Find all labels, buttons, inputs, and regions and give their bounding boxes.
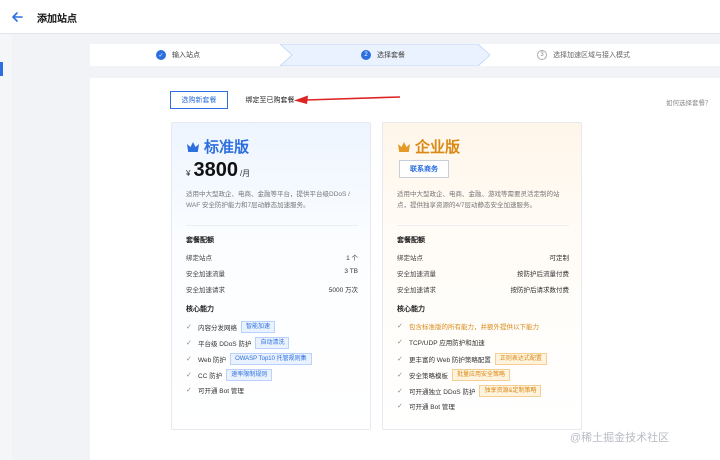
check-icon: ✓ — [186, 340, 192, 347]
capability-item: ✓ 安全策略模板 批量应用安全策略 — [397, 369, 511, 381]
capability-tag: 自动清洗 — [255, 337, 290, 349]
capabilities-title: 核心能力 — [397, 306, 425, 313]
step-check-icon: ✓ — [156, 50, 166, 60]
crown-icon — [398, 141, 410, 152]
contact-sales-button[interactable]: 联系商务 — [399, 160, 449, 178]
config-title: 套餐配额 — [186, 237, 214, 244]
config-key: 绑定站点 — [397, 255, 423, 262]
capability-text: 可开通 Bot 管理 — [409, 404, 455, 411]
capability-tag: 独享资源&定制策略 — [479, 385, 542, 397]
step-number: 3 — [537, 50, 547, 60]
capability-item: ✓ 可开通独立 DDoS 防护 独享资源&定制策略 — [397, 385, 542, 397]
step-progress: ✓ 输入站点 2 选择套餐 3 选择加速区域与接入模式 — [90, 44, 720, 66]
capability-item: ✓ 可开通 Bot 管理 — [186, 385, 244, 395]
divider — [397, 225, 569, 226]
plan-card-standard[interactable]: 标准版 ¥ 3800 /月 适用中大型政企、电商、金融等平台，提供平台级DDoS… — [171, 122, 371, 430]
tab-bind-existing-plan[interactable]: 绑定至已购套餐 — [240, 91, 300, 109]
step-label: 输入站点 — [172, 52, 200, 59]
step-select-region: 3 选择加速区域与接入模式 — [537, 44, 630, 66]
check-icon: ✓ — [397, 339, 403, 346]
config-row: 安全加速流量 3 TB — [186, 268, 358, 278]
step-label: 选择加速区域与接入模式 — [553, 52, 630, 59]
check-icon: ✓ — [397, 372, 403, 379]
config-value: 5000 万次 — [328, 287, 358, 294]
config-value: 按防护后流量付费 — [517, 271, 569, 278]
config-value: 按防护后请求数付费 — [510, 287, 570, 294]
capability-item: ✓ Web 防护 OWASP Top10 托管规则集 — [186, 353, 312, 365]
plan-card-enterprise[interactable]: 企业版 联系商务 适用中大型政企、电商、金融、游戏等需要灵活定制的站点，提供独享… — [382, 122, 582, 430]
capability-text: 更丰富的 Web 防护策略配置 — [409, 357, 491, 364]
check-icon: ✓ — [186, 324, 192, 331]
price-amount: 3800 — [193, 159, 238, 181]
left-rail — [0, 34, 12, 460]
check-icon: ✓ — [397, 403, 403, 410]
price-currency: ¥ — [186, 169, 191, 178]
tab-buy-new-plan[interactable]: 选购新套餐 — [170, 91, 228, 109]
config-row: 安全加速流量 按防护后流量付费 — [397, 268, 569, 278]
config-value: 3 TB — [344, 268, 358, 275]
watermark: @稀土掘金技术社区 — [570, 432, 670, 444]
capability-tag: 正则表达式配置 — [494, 353, 547, 365]
capability-item: ✓ TCP/UDP 应用防护和加速 — [397, 337, 485, 347]
config-title: 套餐配额 — [397, 237, 425, 244]
price-unit: /月 — [239, 169, 251, 178]
capability-item: ✓ 更丰富的 Web 防护策略配置 正则表达式配置 — [397, 353, 547, 365]
divider — [186, 225, 358, 226]
back-arrow-icon[interactable] — [10, 10, 24, 24]
capability-tag: 批量应用安全策略 — [452, 369, 511, 381]
check-icon: ✓ — [186, 356, 192, 363]
left-rail-indicator — [0, 62, 3, 76]
plan-description: 适用中大型政企、电商、金融、游戏等需要灵活定制的站点，提供独享资源的4/7层动静… — [397, 191, 560, 209]
help-link-choose-plan[interactable]: 如何选择套餐？ — [666, 97, 712, 107]
step-input-site: ✓ 输入站点 — [156, 44, 200, 66]
config-row: 安全加速请求 按防护后请求数付费 — [397, 284, 569, 294]
crown-icon — [187, 141, 199, 152]
capability-item: ✓ 内容分发网络 智能加速 — [186, 321, 276, 333]
plan-header: 标准版 — [186, 136, 249, 157]
capability-item: ✓ CC 防护 速率限制规则 — [186, 369, 273, 381]
capability-text: 安全策略模板 — [409, 373, 448, 380]
config-row: 绑定站点 可定制 — [397, 252, 569, 262]
config-key: 安全加速请求 — [186, 287, 225, 294]
check-icon: ✓ — [186, 387, 192, 394]
step-number: 2 — [361, 50, 371, 60]
capability-text: 内容分发网络 — [198, 325, 237, 332]
capability-item: ✓ 平台级 DDoS 防护 自动清洗 — [186, 337, 290, 349]
config-value: 可定制 — [549, 255, 570, 262]
step-select-plan: 2 选择套餐 — [361, 44, 405, 66]
plan-name: 企业版 — [415, 139, 461, 156]
check-icon: ✓ — [397, 356, 403, 363]
config-row: 安全加速请求 5000 万次 — [186, 284, 358, 294]
config-value: 1 个 — [346, 255, 358, 262]
config-key: 安全加速请求 — [397, 287, 436, 294]
plan-price: ¥ 3800 /月 — [186, 159, 250, 182]
capability-tag: 智能加速 — [241, 321, 276, 333]
config-row: 绑定站点 1 个 — [186, 252, 358, 262]
plan-name: 标准版 — [204, 139, 250, 156]
page-title: 添加站点 — [37, 14, 77, 25]
top-bar: 添加站点 — [0, 0, 720, 34]
check-icon: ✓ — [186, 372, 192, 379]
plan-description: 适用中大型政企、电商、金融等平台，提供平台级DDoS / WAF 安全防护能力和… — [186, 191, 350, 209]
capability-text: 包含标准版的所有能力，并额外提供以下能力 — [409, 324, 539, 331]
config-key: 安全加速流量 — [397, 271, 436, 278]
capability-text: TCP/UDP 应用防护和加速 — [409, 340, 485, 347]
capability-text: Web 防护 — [198, 357, 227, 364]
capability-text: 可开通独立 DDoS 防护 — [409, 389, 476, 396]
capability-text: 平台级 DDoS 防护 — [198, 341, 252, 348]
step-label: 选择套餐 — [377, 52, 405, 59]
config-key: 绑定站点 — [186, 255, 212, 262]
capability-tag: 速率限制规则 — [226, 369, 273, 381]
check-icon: ✓ — [397, 388, 403, 395]
capabilities-title: 核心能力 — [186, 306, 214, 313]
red-arrow-annotation — [294, 95, 401, 104]
capability-text: CC 防护 — [198, 373, 223, 380]
config-key: 安全加速流量 — [186, 271, 225, 278]
capability-tag: OWASP Top10 托管规则集 — [230, 353, 312, 365]
capability-item: ✓ 可开通 Bot 管理 — [397, 401, 455, 411]
check-icon: ✓ — [397, 323, 403, 330]
capability-item: ✓ 包含标准版的所有能力，并额外提供以下能力 — [397, 321, 539, 331]
plan-header: 企业版 — [397, 136, 460, 157]
capability-text: 可开通 Bot 管理 — [198, 388, 244, 395]
